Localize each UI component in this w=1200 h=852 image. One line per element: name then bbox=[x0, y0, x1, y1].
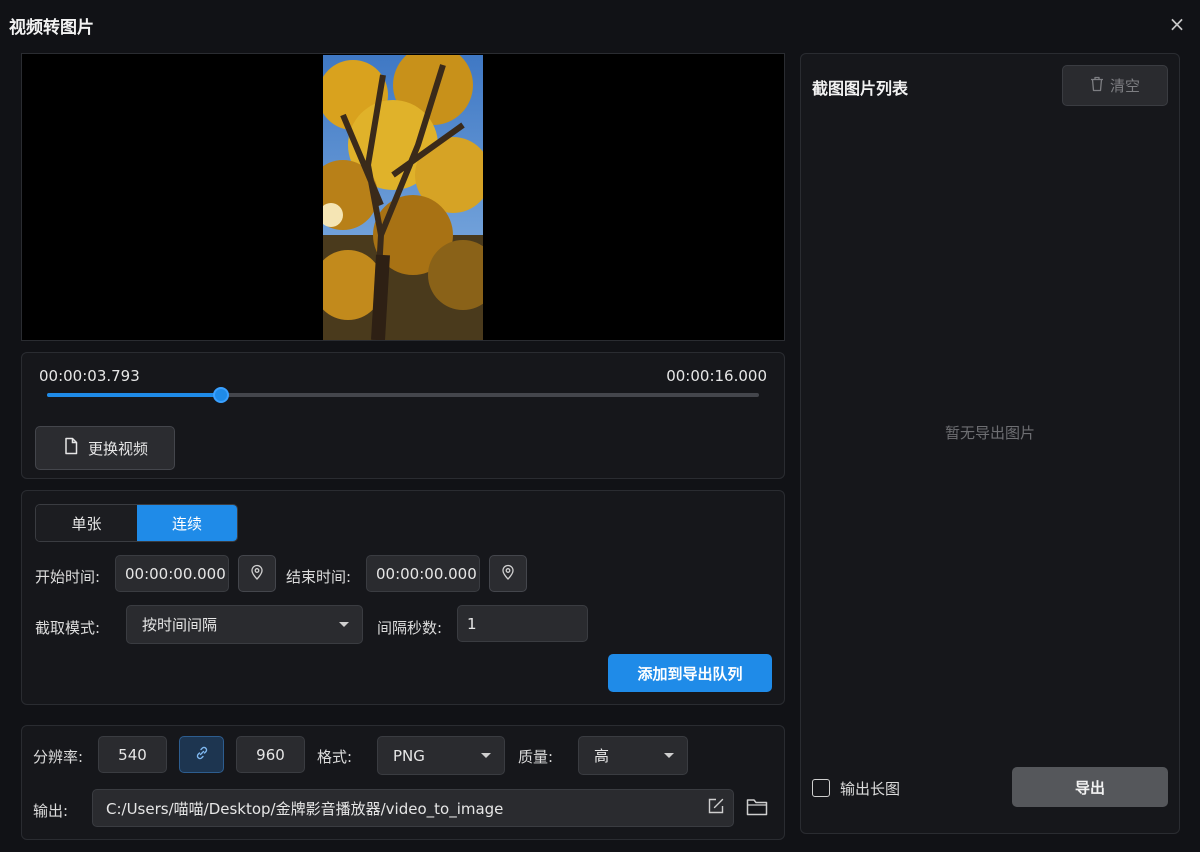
end-time-label: 结束时间: bbox=[286, 568, 352, 586]
export-button[interactable]: 导出 bbox=[1012, 767, 1168, 807]
output-path-label: 输出: bbox=[33, 802, 69, 820]
long-image-label: 输出长图 bbox=[840, 780, 901, 798]
playback-panel: 00:00:03.793 00:00:16.000 更换视频 bbox=[21, 352, 785, 479]
quality-label: 质量: bbox=[518, 748, 554, 766]
clear-label: 清空 bbox=[1109, 77, 1140, 95]
video-preview[interactable] bbox=[21, 53, 785, 341]
resolution-label: 分辨率: bbox=[33, 748, 84, 766]
quality-select[interactable]: 高 bbox=[578, 736, 688, 775]
tab-single[interactable]: 单张 bbox=[36, 505, 137, 541]
change-video-button[interactable]: 更换视频 bbox=[35, 426, 175, 470]
quality-value: 高 bbox=[594, 747, 610, 765]
empty-state-text: 暂无导出图片 bbox=[944, 424, 1035, 442]
output-path-value: C:/Users/喵喵/Desktop/金牌影音播放器/video_to_ima… bbox=[106, 799, 504, 818]
long-image-checkbox[interactable] bbox=[812, 779, 830, 797]
tab-continuous[interactable]: 连续 bbox=[137, 505, 237, 541]
format-value: PNG bbox=[393, 746, 425, 765]
interval-label: 间隔秒数: bbox=[377, 619, 443, 637]
mode-tabs: 单张 连续 bbox=[35, 504, 238, 542]
interval-input[interactable]: 1 bbox=[457, 605, 588, 642]
current-time: 00:00:03.793 bbox=[39, 367, 140, 385]
capture-mode-select[interactable]: 按时间间隔 bbox=[126, 605, 363, 644]
file-icon bbox=[62, 437, 80, 459]
width-input[interactable]: 540 bbox=[98, 736, 167, 773]
progress-track[interactable] bbox=[47, 387, 759, 403]
start-time-pick-button[interactable] bbox=[238, 555, 276, 592]
chevron-down-icon bbox=[664, 753, 674, 758]
total-time: 00:00:16.000 bbox=[666, 367, 767, 385]
format-label: 格式: bbox=[317, 748, 353, 766]
close-icon[interactable]: × bbox=[1166, 13, 1188, 35]
capture-mode-label: 截取模式: bbox=[35, 619, 101, 637]
format-select[interactable]: PNG bbox=[377, 736, 505, 775]
end-time-pick-button[interactable] bbox=[489, 555, 527, 592]
output-path-input[interactable]: C:/Users/喵喵/Desktop/金牌影音播放器/video_to_ima… bbox=[92, 789, 734, 827]
link-aspect-button[interactable] bbox=[179, 736, 224, 773]
location-pin-icon bbox=[500, 564, 516, 584]
add-to-queue-button[interactable]: 添加到导出队列 bbox=[608, 654, 772, 692]
capture-panel: 单张 连续 开始时间: 00:00:00.000 结束时间: 00:00:00.… bbox=[21, 490, 785, 705]
screenshot-list-title: 截图图片列表 bbox=[812, 79, 909, 98]
height-input[interactable]: 960 bbox=[236, 736, 305, 773]
output-panel: 分辨率: 540 960 格式: PNG 质量: 高 输出: C:/Users/… bbox=[21, 725, 785, 840]
window-title: 视频转图片 bbox=[9, 18, 94, 38]
screenshot-list-panel: 截图图片列表 清空 暂无导出图片 输出长图 导出 bbox=[800, 53, 1180, 834]
edit-icon[interactable] bbox=[707, 797, 725, 819]
chevron-down-icon bbox=[481, 753, 491, 758]
chevron-down-icon bbox=[339, 622, 349, 627]
video-frame bbox=[323, 55, 483, 340]
capture-mode-value: 按时间间隔 bbox=[142, 616, 218, 634]
clear-button[interactable]: 清空 bbox=[1062, 65, 1168, 106]
change-video-label: 更换视频 bbox=[87, 439, 148, 458]
location-pin-icon bbox=[249, 564, 265, 584]
start-time-label: 开始时间: bbox=[35, 568, 101, 586]
folder-icon[interactable] bbox=[746, 798, 770, 818]
link-icon bbox=[194, 745, 210, 765]
trash-icon bbox=[1090, 76, 1104, 96]
start-time-input[interactable]: 00:00:00.000 bbox=[115, 555, 229, 592]
progress-handle[interactable] bbox=[212, 387, 229, 403]
progress-fill bbox=[47, 393, 221, 397]
end-time-input[interactable]: 00:00:00.000 bbox=[366, 555, 480, 592]
